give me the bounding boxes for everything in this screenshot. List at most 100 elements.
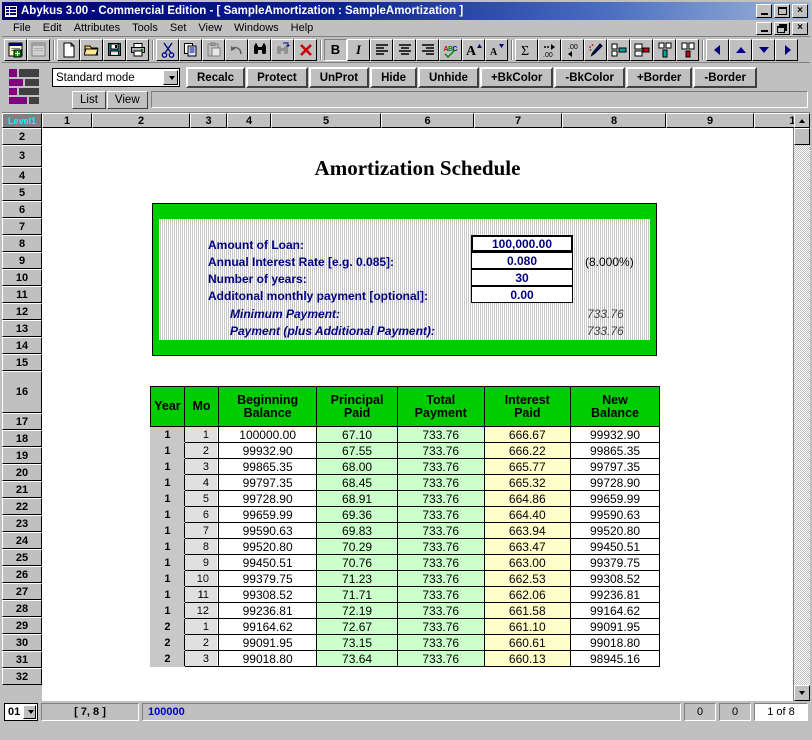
table-cell[interactable]: 665.32 (483, 474, 572, 491)
scroll-down-button[interactable] (794, 685, 810, 701)
table-cell[interactable]: 99018.80 (570, 634, 660, 651)
table-cell[interactable]: 733.76 (396, 474, 485, 491)
table-row[interactable]: 1 1 100000.00 67.10 733.76 666.67 99932.90 (150, 426, 660, 443)
recalc-button[interactable]: Recalc (186, 67, 246, 88)
table-row[interactable]: 1 6 99659.99 69.36 733.76 664.40 99590.63 (150, 506, 660, 523)
table-cell[interactable]: 664.86 (483, 490, 572, 507)
table-cell[interactable]: 99520.80 (570, 522, 660, 539)
table-row[interactable]: 2 1 99164.62 72.67 733.76 661.10 99091.95 (150, 618, 660, 635)
additional-payment-input[interactable]: 0.00 (471, 286, 573, 303)
table-cell[interactable]: 660.13 (483, 650, 572, 667)
paste-clipboard-icon[interactable] (202, 38, 225, 61)
row-header-18[interactable]: 18 (2, 430, 42, 447)
nav-down-icon[interactable] (752, 38, 775, 61)
print-icon[interactable] (126, 38, 149, 61)
number-of-years-input[interactable]: 30 (471, 269, 573, 286)
table-cell[interactable]: 99164.62 (570, 602, 660, 619)
table-cell[interactable]: 1 (150, 522, 185, 539)
italic-icon[interactable]: I (347, 38, 370, 61)
row-header-23[interactable]: 23 (2, 515, 42, 532)
scrollbar-thumb[interactable] (794, 128, 810, 145)
table-cell[interactable]: 1 (150, 442, 185, 459)
row-header-2[interactable]: 2 (2, 128, 42, 145)
table-cell[interactable]: 733.76 (396, 426, 485, 443)
table-cell[interactable]: 1 (183, 618, 220, 635)
table-cell[interactable]: 70.76 (316, 554, 398, 571)
cut-scissors-icon[interactable] (156, 38, 179, 61)
table-cell[interactable]: 99379.75 (570, 554, 660, 571)
child-close-button[interactable]: × (792, 21, 808, 35)
row-header-27[interactable]: 27 (2, 583, 42, 600)
row-header-14[interactable]: 14 (2, 337, 42, 354)
table-cell[interactable]: 663.94 (483, 522, 572, 539)
row-header-29[interactable]: 29 (2, 617, 42, 634)
row-header-24[interactable]: 24 (2, 532, 42, 549)
table-cell[interactable]: 99728.90 (570, 474, 660, 491)
table-cell[interactable]: 72.67 (316, 618, 398, 635)
table-cell[interactable]: 660.61 (483, 634, 572, 651)
list-button[interactable]: List (72, 90, 106, 109)
unprot-button[interactable]: UnProt (308, 67, 370, 88)
table-cell[interactable]: 73.64 (316, 650, 398, 667)
child-restore-button[interactable] (774, 21, 790, 35)
table-row[interactable]: 1 2 99932.90 67.55 733.76 666.22 99865.35 (150, 442, 660, 459)
table-cell[interactable]: 68.00 (316, 458, 398, 475)
table-cell[interactable]: 72.19 (316, 602, 398, 619)
table-cell[interactable]: 9 (183, 554, 220, 571)
row-header-10[interactable]: 10 (2, 269, 42, 286)
table-cell[interactable]: 8 (183, 538, 220, 555)
insert-column-icon[interactable] (607, 38, 630, 61)
remove-border-button[interactable]: -Border (693, 67, 757, 88)
sheet-canvas[interactable]: Amortization Schedule Amount of Loan: An… (42, 128, 794, 701)
row-header-31[interactable]: 31 (2, 651, 42, 668)
table-cell[interactable]: 665.77 (483, 458, 572, 475)
table-row[interactable]: 1 5 99728.90 68.91 733.76 664.86 99659.99 (150, 490, 660, 507)
menu-item-tools[interactable]: Tools (126, 21, 164, 35)
row-header-16[interactable]: 16 (2, 371, 42, 413)
table-cell[interactable]: 99932.90 (218, 442, 318, 459)
table-cell[interactable]: 666.22 (483, 442, 572, 459)
table-cell[interactable]: 666.67 (483, 426, 572, 443)
table-row[interactable]: 1 11 99308.52 71.71 733.76 662.06 99236.81 (150, 586, 660, 603)
menu-item-view[interactable]: View (192, 21, 228, 35)
table-cell[interactable]: 11 (183, 586, 220, 603)
table-cell[interactable]: 6 (183, 506, 220, 523)
table-cell[interactable]: 71.23 (316, 570, 398, 587)
table-row[interactable]: 1 3 99865.35 68.00 733.76 665.77 99797.35 (150, 458, 660, 475)
table-cell[interactable]: 70.29 (316, 538, 398, 555)
table-cell[interactable]: 71.71 (316, 586, 398, 603)
table-cell[interactable]: 661.58 (483, 602, 572, 619)
table-cell[interactable]: 99797.35 (218, 474, 318, 491)
table-cell[interactable]: 99450.51 (570, 538, 660, 555)
row-header-32[interactable]: 32 (2, 668, 42, 685)
row-header-6[interactable]: 6 (2, 201, 42, 218)
maximize-button[interactable] (774, 4, 790, 18)
row-header-3[interactable]: 3 (2, 145, 42, 167)
remove-bkcolor-button[interactable]: -BkColor (554, 67, 625, 88)
table-cell[interactable]: 99659.99 (218, 506, 318, 523)
interest-rate-input[interactable]: 0.080 (471, 252, 573, 269)
table-cell[interactable]: 100000.00 (218, 426, 318, 443)
table-cell[interactable]: 99590.63 (218, 522, 318, 539)
table-cell[interactable]: 99091.95 (570, 618, 660, 635)
table-cell[interactable]: 99797.35 (570, 458, 660, 475)
save-disk-icon[interactable] (103, 38, 126, 61)
table-cell[interactable]: 733.76 (396, 522, 485, 539)
column-header-1[interactable]: 1 (42, 113, 92, 128)
column-header-4[interactable]: 4 (227, 113, 271, 128)
menu-item-set[interactable]: Set (164, 21, 193, 35)
row-header-28[interactable]: 28 (2, 600, 42, 617)
font-increase-icon[interactable]: A (462, 38, 485, 61)
new-file-icon[interactable] (57, 38, 80, 61)
table-row[interactable]: 1 10 99379.75 71.23 733.76 662.53 99308.52 (150, 570, 660, 587)
sheet-selector[interactable]: 01 (4, 703, 38, 721)
table-cell[interactable]: 2 (183, 634, 220, 651)
row-header-12[interactable]: 12 (2, 303, 42, 320)
decimal-increase-icon[interactable]: .00 (538, 38, 561, 61)
delete-x-icon[interactable] (294, 38, 317, 61)
table-cell[interactable]: 68.91 (316, 490, 398, 507)
table-cell[interactable]: 99236.81 (218, 602, 318, 619)
table-cell[interactable]: 733.76 (396, 634, 485, 651)
delete-row-icon[interactable] (676, 38, 699, 61)
table-cell[interactable]: 99018.80 (218, 650, 318, 667)
